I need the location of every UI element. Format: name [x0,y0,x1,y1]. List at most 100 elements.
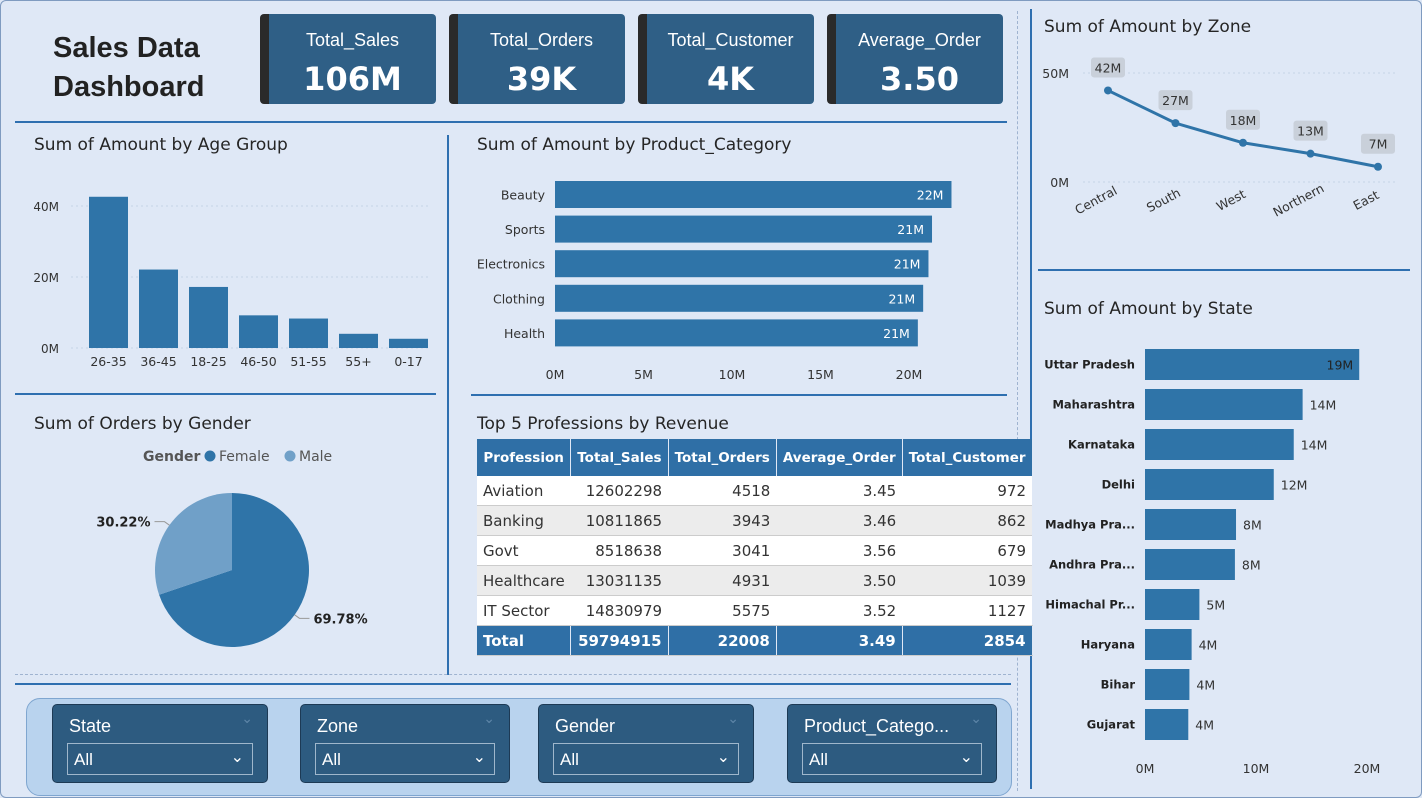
dropdown-arrow-icon[interactable]: ⌄ [231,747,244,766]
column-header[interactable]: Average_Order [776,439,903,476]
category-label: Uttar Pradesh [1044,358,1135,372]
table-cell: 1039 [902,565,1033,596]
bar [289,318,328,348]
slicer-zone[interactable]: Zone ⌄ All ⌄ [300,704,510,783]
gender-pie-chart[interactable]: Gender Female Male 69.78% 30.22% [21,441,441,671]
kpi-card-average-order[interactable]: Average_Order 3.50 [827,14,1003,104]
leader-line [154,521,170,526]
column-header[interactable]: Total_Customer [902,439,1033,476]
category-chart-title: Sum of Amount by Product_Category [477,135,792,155]
state-bar-chart[interactable]: Uttar Pradesh 19M Maharashtra 14M Karnataka 1… [1038,341,1413,791]
y-tick-label: 50M [1042,66,1069,81]
x-tick-label: 51-55 [290,354,326,369]
table-total-row: Total 59794915 22008 3.49 2854 [477,625,1033,656]
gender-dropdown[interactable]: All ⌄ [553,743,739,775]
zone-line-chart[interactable]: 0M 50M 42M Central 27M South 18M West 13M Norther… [1038,51,1413,251]
chevron-down-icon[interactable]: ⌄ [241,711,253,727]
y-tick-label: 0M [41,342,59,356]
data-label: 18M [1230,113,1257,128]
zone-dropdown[interactable]: All ⌄ [315,743,495,775]
data-label: 19M [1327,358,1354,373]
table-cell: Healthcare [477,565,571,596]
dashboard: Sales Data Dashboard Total_Sales 106M To… [0,0,1422,798]
slicer-state[interactable]: State ⌄ All ⌄ [52,704,268,783]
table-cell: 3.52 [776,595,903,626]
legend-marker [204,450,216,462]
dashed-guide-h [15,674,1011,675]
data-label: 21M [897,222,924,237]
age-chart-title: Sum of Amount by Age Group [34,135,288,155]
kpi-value: 106M [303,60,402,98]
chevron-down-icon[interactable]: ⌄ [970,711,982,727]
category-label: Bihar [1101,678,1136,692]
x-tick-label: 5M [634,367,653,382]
dropdown-arrow-icon[interactable]: ⌄ [717,747,730,766]
table-cell: 12602298 [570,476,669,506]
category-label: Gujarat [1087,718,1136,732]
table-cell: 3943 [668,505,777,536]
state-dropdown[interactable]: All ⌄ [67,743,253,775]
legend-title: Gender [143,449,200,465]
table-cell: 5575 [668,595,777,626]
kpi-label: Total_Customer [667,30,794,50]
bar [1145,389,1303,420]
slicer-gender[interactable]: Gender ⌄ All ⌄ [538,704,754,783]
table-cell: Banking [477,505,571,536]
bar [1145,709,1189,740]
data-label: 8M [1243,518,1262,533]
data-label: 5M [1206,598,1225,613]
table-cell: 8518638 [570,535,669,566]
slicer-panel: State ⌄ All ⌄ Zone ⌄ All ⌄ Gender ⌄ All … [26,698,1012,796]
product-category-chart[interactable]: Beauty 22M Sports 21M Electronics 21M Clothing… [471,171,991,386]
dropdown-value: All [74,750,93,769]
x-tick-label: 0M [546,367,565,382]
bar [1145,589,1200,620]
kpi-card-total-customer[interactable]: Total_Customer 4K [638,14,814,104]
table-cell: 4518 [668,476,777,506]
kpi-card-total-orders[interactable]: Total_Orders 39K [449,14,625,104]
bar [1145,469,1274,500]
slice-label: 30.22% [96,516,150,531]
slicer-title: Gender [555,716,616,736]
kpi-card-total-sales[interactable]: Total_Sales 106M [260,14,436,104]
column-header[interactable]: Total_Sales [570,439,669,476]
table-cell: 3.56 [776,535,903,566]
title-line-2: Dashboard [53,71,205,103]
table-header-row: Profession Total_Sales Total_Orders Aver… [477,439,1033,476]
dropdown-arrow-icon[interactable]: ⌄ [473,747,486,766]
dropdown-arrow-icon[interactable]: ⌄ [960,747,973,766]
bar [1145,629,1192,660]
dropdown-value: All [560,750,579,769]
chevron-down-icon[interactable]: ⌄ [727,711,739,727]
divider-bottom [15,683,1011,685]
product-category-dropdown[interactable]: All ⌄ [802,743,982,775]
x-tick-label: East [1350,187,1381,213]
x-tick-label: 0M [1136,761,1155,776]
data-label: 21M [894,257,921,272]
x-tick-label: 18-25 [190,354,226,369]
data-label: 14M [1301,438,1328,453]
table-row: Banking 10811865 3943 3.46 862 [477,505,1033,536]
divider-left [15,393,436,395]
chevron-down-icon[interactable]: ⌄ [483,711,495,727]
category-label: Karnataka [1068,438,1135,452]
table-cell: 14830979 [570,595,669,626]
table-cell: 679 [902,535,1033,566]
kpi-label: Total_Orders [489,30,594,50]
slicer-product-category[interactable]: Product_Catego... ⌄ All ⌄ [787,704,997,783]
table-cell: IT Sector [477,595,571,626]
x-tick-label: Northern [1270,180,1326,219]
professions-table: Profession Total_Sales Total_Orders Aver… [477,439,1033,656]
x-tick-label: 55+ [345,354,371,369]
data-label: 42M [1095,60,1122,75]
column-header[interactable]: Profession [477,439,572,476]
kpi-value: 3.50 [880,60,959,98]
x-tick-label: South [1144,185,1183,215]
age-group-chart[interactable]: 0M 20M 40M 26-35 36-45 18-25 46-50 51-55 55+ 0-17 [21,161,441,386]
table-cell: 13031135 [570,565,669,596]
dashboard-title: Sales Data Dashboard [53,29,204,107]
column-header[interactable]: Total_Orders [668,439,777,476]
dropdown-value: All [809,750,828,769]
x-tick-label: West [1214,186,1248,214]
data-label: 21M [888,291,915,306]
